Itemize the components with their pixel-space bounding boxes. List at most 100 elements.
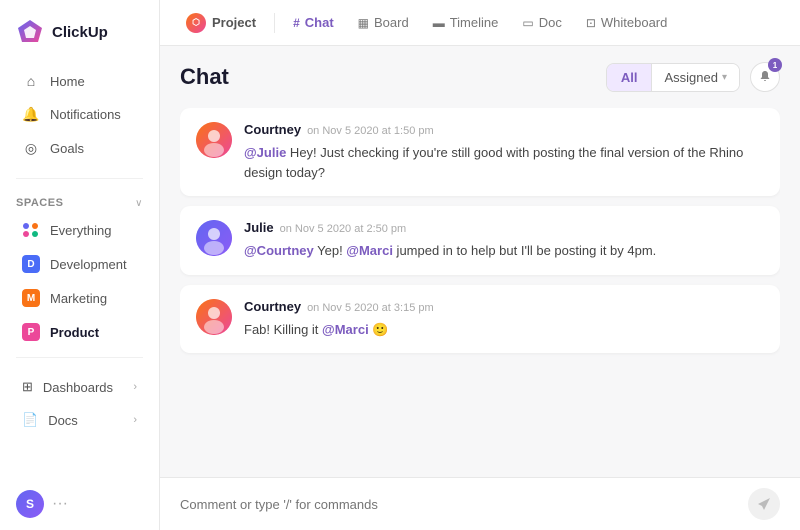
sidebar-item-notifications[interactable]: 🔔 Notifications: [6, 98, 153, 131]
filter-all-button[interactable]: All: [607, 64, 652, 91]
sidebar-nav: ⌂ Home 🔔 Notifications ◎ Goals: [0, 60, 159, 170]
tab-doc[interactable]: ▭ Doc: [512, 9, 571, 36]
sidebar-item-marketing[interactable]: M Marketing: [6, 282, 153, 314]
doc-tab-icon: ▭: [522, 16, 533, 30]
message-3-content: Courtney on Nov 5 2020 at 3:15 pm Fab! K…: [244, 299, 764, 340]
logo-text: ClickUp: [52, 24, 108, 41]
message-3-body1: Fab! Killing it: [244, 322, 322, 337]
tab-board[interactable]: ▦ Board: [348, 9, 419, 36]
project-icon: ⬡: [186, 13, 206, 33]
assigned-chevron-icon: ▾: [722, 72, 727, 83]
filter-assigned-button[interactable]: Assigned ▾: [651, 64, 739, 91]
user-avatar[interactable]: S: [16, 490, 44, 518]
sidebar-footer: S ···: [0, 478, 159, 530]
home-icon: ⌂: [22, 73, 40, 89]
sidebar-item-dashboards[interactable]: ⊞ Dashboards ›: [6, 371, 153, 403]
goals-icon: ◎: [22, 140, 40, 157]
tab-timeline-label: Timeline: [450, 15, 499, 30]
sidebar-item-product-label: Product: [50, 325, 99, 340]
marketing-dot: M: [22, 289, 40, 307]
sidebar-item-docs[interactable]: 📄 Docs ›: [6, 404, 153, 436]
sidebar-item-everything[interactable]: Everything: [6, 214, 153, 246]
message-2-mention2: @Marci: [346, 243, 393, 258]
dashboards-icon: ⊞: [22, 379, 33, 395]
message-1-time: on Nov 5 2020 at 1:50 pm: [307, 125, 434, 137]
sidebar-item-marketing-label: Marketing: [50, 291, 107, 306]
tab-timeline[interactable]: ▬ Timeline: [423, 9, 509, 36]
bell-icon: 🔔: [22, 106, 40, 123]
sidebar-item-product[interactable]: P Product: [6, 316, 153, 348]
footer-dots[interactable]: ···: [52, 495, 68, 513]
message-1-content: Courtney on Nov 5 2020 at 1:50 pm @Julie…: [244, 122, 764, 182]
whiteboard-tab-icon: ⊡: [586, 16, 596, 30]
sidebar-item-goals-label: Goals: [50, 141, 84, 156]
everything-icon: [22, 221, 40, 239]
board-tab-icon: ▦: [358, 16, 369, 30]
assigned-label: Assigned: [664, 70, 717, 85]
comment-input-area: [160, 477, 800, 530]
message-1-header: Courtney on Nov 5 2020 at 1:50 pm: [244, 122, 764, 137]
message-3-text: Fab! Killing it @Marci 🙂: [244, 320, 764, 340]
spaces-chevron-icon: ∨: [135, 198, 143, 209]
clickup-logo-icon: [16, 18, 44, 46]
main-content: ⬡ Project # Chat ▦ Board ▬ Timeline ▭ Do…: [160, 0, 800, 530]
tab-whiteboard[interactable]: ⊡ Whiteboard: [576, 9, 678, 36]
logo-area: ClickUp: [0, 0, 159, 60]
message-2-header: Julie on Nov 5 2020 at 2:50 pm: [244, 220, 764, 235]
tab-chat[interactable]: # Chat: [283, 9, 344, 36]
message-2-time: on Nov 5 2020 at 2:50 pm: [280, 223, 407, 235]
message-2-text: @Courtney Yep! @Marci jumped in to help …: [244, 241, 764, 261]
product-dot: P: [22, 323, 40, 341]
sidebar-item-home[interactable]: ⌂ Home: [6, 65, 153, 97]
sidebar-item-dashboards-label: Dashboards: [43, 380, 113, 395]
message-2-body1: Yep!: [314, 243, 347, 258]
sidebar-item-docs-label: Docs: [48, 413, 78, 428]
message-2-mention1: @Courtney: [244, 243, 314, 258]
divider-1: [16, 178, 143, 179]
message-1: Courtney on Nov 5 2020 at 1:50 pm @Julie…: [180, 108, 780, 196]
timeline-tab-icon: ▬: [433, 16, 445, 30]
filter-group: All Assigned ▾: [606, 63, 740, 92]
dashboards-chevron-icon: ›: [133, 381, 137, 393]
chat-header: Chat All Assigned ▾ 1: [180, 62, 780, 92]
sidebar: ClickUp ⌂ Home 🔔 Notifications ◎ Goals S…: [0, 0, 160, 530]
tab-board-label: Board: [374, 15, 409, 30]
message-3-header: Courtney on Nov 5 2020 at 3:15 pm: [244, 299, 764, 314]
julie-avatar: [196, 220, 232, 256]
message-3-mention: @Marci: [322, 322, 369, 337]
development-dot: D: [22, 255, 40, 273]
chat-header-right: All Assigned ▾ 1: [606, 62, 780, 92]
tab-chat-label: Chat: [305, 15, 334, 30]
notification-badge: 1: [768, 58, 782, 72]
chat-title: Chat: [180, 64, 229, 90]
sidebar-item-home-label: Home: [50, 74, 85, 89]
divider-2: [16, 357, 143, 358]
nav-divider: [274, 13, 275, 33]
docs-icon: 📄: [22, 412, 38, 428]
top-nav: ⬡ Project # Chat ▦ Board ▬ Timeline ▭ Do…: [160, 0, 800, 46]
message-1-author: Courtney: [244, 122, 301, 137]
tab-doc-label: Doc: [539, 15, 562, 30]
project-tab[interactable]: ⬡ Project: [176, 7, 266, 39]
message-2: Julie on Nov 5 2020 at 2:50 pm @Courtney…: [180, 206, 780, 275]
notification-button[interactable]: 1: [750, 62, 780, 92]
message-1-mention: @Julie: [244, 145, 286, 160]
message-1-body: Hey! Just checking if you're still good …: [244, 145, 743, 180]
spaces-label: Spaces: [16, 197, 63, 209]
project-label: Project: [212, 15, 256, 30]
message-1-text: @Julie Hey! Just checking if you're stil…: [244, 143, 764, 182]
message-3: Courtney on Nov 5 2020 at 3:15 pm Fab! K…: [180, 285, 780, 354]
sidebar-item-goals[interactable]: ◎ Goals: [6, 132, 153, 165]
sidebar-item-development-label: Development: [50, 257, 127, 272]
message-2-author: Julie: [244, 220, 274, 235]
send-button[interactable]: [748, 488, 780, 520]
message-3-emoji: 🙂: [369, 322, 389, 337]
tab-whiteboard-label: Whiteboard: [601, 15, 667, 30]
comment-input[interactable]: [180, 497, 748, 512]
sidebar-bottom: ⊞ Dashboards › 📄 Docs ›: [0, 366, 159, 441]
message-2-body2: jumped in to help but I'll be posting it…: [393, 243, 656, 258]
courtney-avatar-2: [196, 299, 232, 335]
sidebar-item-development[interactable]: D Development: [6, 248, 153, 280]
courtney-avatar-1: [196, 122, 232, 158]
message-2-content: Julie on Nov 5 2020 at 2:50 pm @Courtney…: [244, 220, 764, 261]
